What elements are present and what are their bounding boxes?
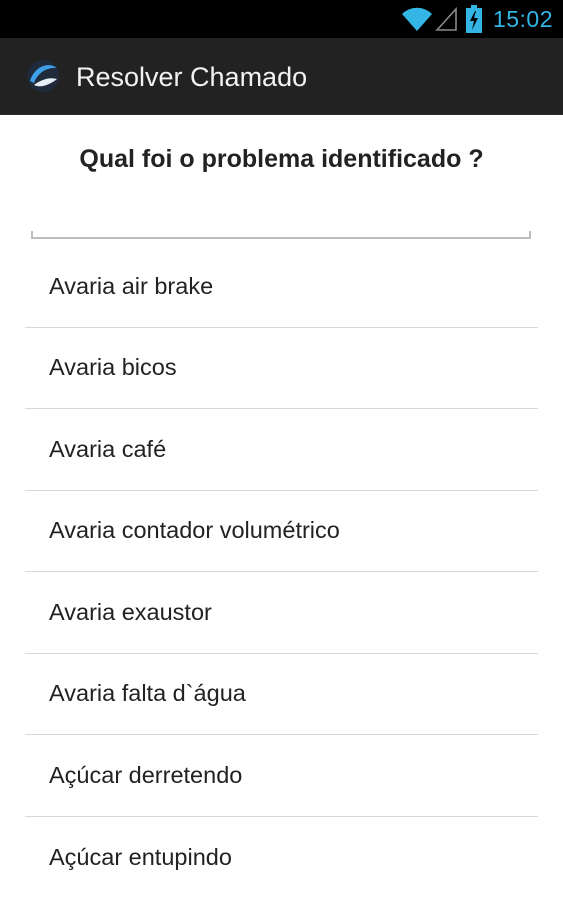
list-item-avaria-bicos[interactable]: Avaria bicos bbox=[25, 328, 538, 409]
app-title: Resolver Chamado bbox=[76, 62, 308, 92]
action-bar: Resolver Chamado bbox=[0, 38, 563, 115]
wifi-icon bbox=[401, 7, 432, 32]
list-item-label: Avaria exaustor bbox=[49, 598, 212, 625]
list-item-label: Avaria falta d`água bbox=[49, 680, 246, 707]
search-input[interactable] bbox=[31, 200, 531, 238]
status-icons: 15:02 bbox=[401, 0, 553, 38]
search-input-underline bbox=[31, 237, 531, 239]
status-bar: 15:02 bbox=[0, 0, 563, 38]
list-item-label: Avaria contador volumétrico bbox=[49, 517, 340, 544]
list-item-avaria-contador-volumetrico[interactable]: Avaria contador volumétrico bbox=[25, 491, 538, 572]
question-heading: Qual foi o problema identificado ? bbox=[79, 145, 484, 173]
problem-list: Avaria air brake Avaria bicos Avaria caf… bbox=[25, 246, 538, 898]
search-input-tick-left bbox=[31, 231, 33, 239]
list-item-label: Açúcar derretendo bbox=[49, 761, 243, 788]
battery-charging-icon bbox=[465, 5, 482, 33]
signal-icon bbox=[435, 7, 457, 31]
list-item-acucar-derretendo[interactable]: Açúcar derretendo bbox=[25, 735, 538, 817]
clock: 15:02 bbox=[492, 5, 553, 32]
list-item-label: Açúcar entupindo bbox=[49, 843, 232, 870]
app-logo-icon[interactable] bbox=[26, 59, 60, 93]
list-item-avaria-cafe[interactable]: Avaria café bbox=[25, 409, 538, 491]
list-item-label: Avaria bicos bbox=[49, 354, 177, 381]
list-item-avaria-exaustor[interactable]: Avaria exaustor bbox=[25, 572, 538, 654]
list-item-avaria-falta-dagua[interactable]: Avaria falta d`água bbox=[25, 654, 538, 735]
list-item-acucar-entupindo[interactable]: Açúcar entupindo bbox=[25, 817, 538, 899]
list-item-label: Avaria air brake bbox=[49, 272, 214, 299]
list-item-label: Avaria café bbox=[49, 435, 167, 462]
list-item-avaria-air-brake[interactable]: Avaria air brake bbox=[25, 246, 538, 328]
search-input-tick-right bbox=[529, 231, 531, 239]
